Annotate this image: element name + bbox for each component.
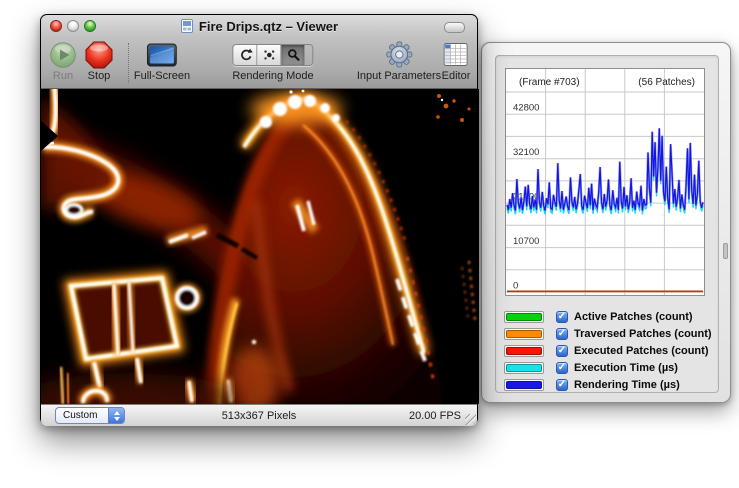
traffic-lights <box>50 20 96 32</box>
sprite-icon <box>261 47 277 63</box>
performance-panel: 428003210021400107000(Frame #703)(56 Pat… <box>481 42 731 403</box>
legend-checkbox[interactable]: ✓ <box>556 328 568 340</box>
rendering-mode-control: Rendering Mode <box>232 39 313 82</box>
viewer-window: Fire Drips.qtz – Viewer Run <box>40 14 478 425</box>
rendering-mode-refresh-segment[interactable] <box>233 45 257 65</box>
rendered-frame <box>41 89 479 404</box>
legend-row: ✓ Execution Time (µs) <box>504 359 712 376</box>
legend-row: ✓ Traversed Patches (count) <box>504 325 712 342</box>
svg-text:10700: 10700 <box>513 236 539 247</box>
window-resize-grip[interactable] <box>465 414 476 425</box>
input-parameters-button[interactable]: Input Parameters <box>357 39 441 82</box>
magnifier-icon <box>285 47 301 63</box>
close-button[interactable] <box>50 20 62 32</box>
legend-checkbox[interactable]: ✓ <box>556 311 568 323</box>
legend-checkbox[interactable]: ✓ <box>556 379 568 391</box>
panel-resize-handle[interactable] <box>723 243 728 259</box>
toolbar: Run Stop <box>41 37 477 88</box>
legend-color-well[interactable] <box>504 345 544 357</box>
legend-row: ✓ Active Patches (count) <box>504 308 712 325</box>
legend: ✓ Active Patches (count) ✓ Traversed Patche… <box>504 308 712 393</box>
svg-text:(56 Patches): (56 Patches) <box>638 77 695 88</box>
window-title: Fire Drips.qtz – Viewer <box>180 19 338 34</box>
zoom-button[interactable] <box>84 20 96 32</box>
svg-text:0: 0 <box>513 281 518 292</box>
legend-label: Active Patches (count) <box>574 311 693 323</box>
fullscreen-label: Full-Screen <box>134 70 190 82</box>
series-color-swatch <box>506 313 542 321</box>
rendering-mode-inspect-segment[interactable] <box>281 45 304 65</box>
gear-icon <box>386 41 413 68</box>
performance-well: 428003210021400107000(Frame #703)(56 Pat… <box>495 55 719 393</box>
svg-text:32100: 32100 <box>513 147 539 158</box>
display-icon <box>147 43 177 67</box>
stop-button[interactable]: Stop <box>85 39 113 82</box>
svg-text:42800: 42800 <box>513 103 539 114</box>
legend-row: ✓ Executed Patches (count) <box>504 342 712 359</box>
rendering-mode-label: Rendering Mode <box>232 70 313 82</box>
minimize-button[interactable] <box>67 20 79 32</box>
run-icon <box>49 41 77 69</box>
stop-label: Stop <box>85 70 113 82</box>
document-icon <box>180 19 194 33</box>
rendering-mode-profile-segment[interactable] <box>257 45 281 65</box>
toolbar-toggle-pill[interactable] <box>444 22 465 33</box>
legend-label: Execution Time (µs) <box>574 362 678 374</box>
legend-label: Executed Patches (count) <box>574 345 708 357</box>
run-button[interactable]: Run <box>49 39 77 82</box>
legend-color-well[interactable] <box>504 328 544 340</box>
titlebar[interactable]: Fire Drips.qtz – Viewer <box>41 15 477 37</box>
editor-button[interactable]: Editor <box>442 39 471 82</box>
run-label: Run <box>49 70 77 82</box>
legend-label: Rendering Time (µs) <box>574 379 680 391</box>
performance-graph: 428003210021400107000(Frame #703)(56 Pat… <box>505 68 705 296</box>
toolbar-separator <box>128 43 129 83</box>
stop-icon <box>85 41 113 69</box>
window-chrome: Fire Drips.qtz – Viewer Run <box>41 15 477 89</box>
series-color-swatch <box>506 364 542 372</box>
refresh-icon <box>237 47 253 63</box>
series-color-swatch <box>506 347 542 355</box>
input-parameters-label: Input Parameters <box>357 70 441 82</box>
window-title-text: Fire Drips.qtz – Viewer <box>199 19 338 34</box>
svg-text:(Frame #703): (Frame #703) <box>519 77 580 88</box>
series-color-swatch <box>506 330 542 338</box>
viewer-canvas <box>41 89 479 404</box>
grid-icon <box>444 43 468 66</box>
legend-row: ✓ Rendering Time (µs) <box>504 376 712 393</box>
legend-checkbox[interactable]: ✓ <box>556 362 568 374</box>
legend-color-well[interactable] <box>504 379 544 391</box>
legend-color-well[interactable] <box>504 362 544 374</box>
performance-graph-plot: 428003210021400107000(Frame #703)(56 Pat… <box>506 69 704 295</box>
legend-label: Traversed Patches (count) <box>574 328 712 340</box>
fps-readout: 20.00 FPS <box>409 410 461 422</box>
editor-label: Editor <box>442 70 471 82</box>
fullscreen-button[interactable]: Full-Screen <box>134 39 190 82</box>
legend-color-well[interactable] <box>504 311 544 323</box>
status-bar: Custom 513x367 Pixels 20.00 FPS <box>41 404 477 426</box>
series-color-swatch <box>506 381 542 389</box>
legend-checkbox[interactable]: ✓ <box>556 345 568 357</box>
